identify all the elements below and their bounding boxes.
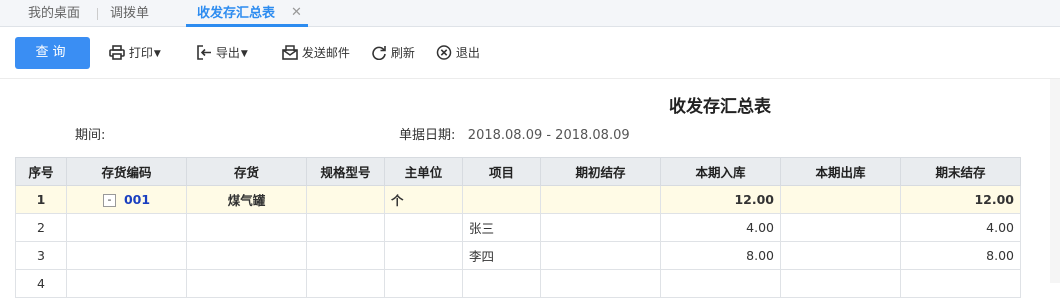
opening-cell bbox=[540, 185, 661, 214]
print-label: 打印 bbox=[128, 46, 153, 60]
exit-label: 退出 bbox=[455, 46, 480, 60]
send-email-label: 发送邮件 bbox=[301, 46, 350, 60]
item-code-cell bbox=[66, 213, 187, 242]
spec-cell bbox=[306, 213, 385, 242]
close-icon[interactable]: ✕ bbox=[291, 0, 302, 27]
column-header[interactable]: 主单位 bbox=[384, 157, 463, 186]
close-circle-icon bbox=[436, 45, 452, 60]
closing-cell: 4.00 bbox=[900, 213, 1021, 242]
opening-cell bbox=[540, 213, 661, 242]
column-header[interactable]: 规格型号 bbox=[306, 157, 385, 186]
printer-icon bbox=[109, 45, 125, 60]
collapse-toggle[interactable]: - bbox=[102, 194, 116, 207]
unit-cell bbox=[384, 241, 463, 270]
refresh-icon bbox=[372, 46, 386, 61]
spec-cell bbox=[306, 185, 385, 214]
table-header-row: 序号 存货编码 存货 规格型号 主单位 项目 期初结存 本期入库 本期出库 期末… bbox=[15, 157, 1021, 186]
period-label: 期间: bbox=[75, 128, 106, 143]
closing-cell: 8.00 bbox=[900, 241, 1021, 270]
item-name-cell bbox=[186, 213, 307, 242]
toolbar: 查询 打印▼ 导出▼ 发送邮件 刷新 退出 bbox=[0, 27, 1060, 79]
column-header[interactable]: 存货 bbox=[186, 157, 307, 186]
out-cell bbox=[780, 213, 901, 242]
export-icon bbox=[197, 45, 211, 60]
refresh-button[interactable]: 刷新 bbox=[371, 37, 415, 69]
print-button[interactable]: 打印▼ bbox=[109, 37, 161, 69]
project-cell: 张三 bbox=[462, 213, 541, 242]
column-header[interactable]: 项目 bbox=[462, 157, 541, 186]
unit-cell bbox=[384, 269, 463, 298]
closing-cell: 12.00 bbox=[900, 185, 1021, 214]
column-header[interactable]: 本期入库 bbox=[660, 157, 781, 186]
row-seq: 2 bbox=[15, 213, 67, 242]
out-cell bbox=[780, 241, 901, 270]
item-code-cell bbox=[66, 241, 187, 270]
date-range-value: 2018.08.09 - 2018.08.09 bbox=[467, 128, 630, 143]
item-name-cell bbox=[186, 269, 307, 298]
column-header[interactable]: 期末结存 bbox=[900, 157, 1021, 186]
send-email-button[interactable]: 发送邮件 bbox=[282, 37, 350, 69]
report-title: 收发存汇总表 bbox=[669, 97, 771, 117]
project-cell bbox=[462, 269, 541, 298]
summary-table: 序号 存货编码 存货 规格型号 主单位 项目 期初结存 本期入库 本期出库 期末… bbox=[15, 157, 1021, 298]
mail-icon bbox=[282, 45, 298, 60]
date-filter: 单据日期: 2018.08.09 - 2018.08.09 bbox=[399, 124, 630, 143]
column-header[interactable]: 本期出库 bbox=[780, 157, 901, 186]
tab-inventory-summary[interactable]: 收发存汇总表 bbox=[197, 0, 275, 27]
refresh-label: 刷新 bbox=[390, 46, 415, 60]
row-seq: 1 bbox=[15, 185, 67, 214]
closing-cell bbox=[900, 269, 1021, 298]
row-seq: 4 bbox=[15, 269, 67, 298]
table-row[interactable]: 2 张三 4.00 4.00 bbox=[15, 213, 1021, 242]
tab-bar: 我的桌面 调拨单 收发存汇总表 ✕ bbox=[0, 0, 1060, 27]
in-cell: 12.00 bbox=[660, 185, 781, 214]
row-seq: 3 bbox=[15, 241, 67, 270]
unit-cell bbox=[384, 213, 463, 242]
in-cell bbox=[660, 269, 781, 298]
spec-cell bbox=[306, 241, 385, 270]
column-header[interactable]: 序号 bbox=[15, 157, 67, 186]
table-row[interactable]: 4 bbox=[15, 269, 1021, 298]
project-cell: 李四 bbox=[462, 241, 541, 270]
column-header[interactable]: 期初结存 bbox=[540, 157, 661, 186]
opening-cell bbox=[540, 241, 661, 270]
tab-transfer-order[interactable]: 调拨单 bbox=[110, 0, 149, 27]
date-label: 单据日期: bbox=[399, 128, 456, 143]
unit-cell: 个 bbox=[384, 185, 463, 214]
export-label: 导出 bbox=[215, 46, 240, 60]
tab-separator bbox=[97, 8, 98, 20]
column-header[interactable]: 存货编码 bbox=[66, 157, 187, 186]
in-cell: 4.00 bbox=[660, 213, 781, 242]
table-row[interactable]: 3 李四 8.00 8.00 bbox=[15, 241, 1021, 270]
out-cell bbox=[780, 269, 901, 298]
chevron-down-icon: ▼ bbox=[153, 49, 161, 59]
out-cell bbox=[780, 185, 901, 214]
vertical-scrollbar[interactable] bbox=[1050, 79, 1060, 283]
exit-button[interactable]: 退出 bbox=[436, 37, 480, 69]
export-button[interactable]: 导出▼ bbox=[196, 37, 248, 69]
item-name-link[interactable]: 煤气罐 bbox=[186, 185, 307, 214]
spec-cell bbox=[306, 269, 385, 298]
item-code-cell: -001 bbox=[66, 185, 187, 214]
item-code-link[interactable]: 001 bbox=[124, 192, 150, 207]
tab-my-desktop[interactable]: 我的桌面 bbox=[28, 0, 80, 27]
chevron-down-icon: ▼ bbox=[240, 49, 248, 59]
opening-cell bbox=[540, 269, 661, 298]
item-name-cell bbox=[186, 241, 307, 270]
table-row[interactable]: 1 -001 煤气罐 个 12.00 12.00 bbox=[15, 185, 1021, 214]
project-cell bbox=[462, 185, 541, 214]
query-button[interactable]: 查询 bbox=[15, 37, 90, 69]
item-code-cell bbox=[66, 269, 187, 298]
in-cell: 8.00 bbox=[660, 241, 781, 270]
